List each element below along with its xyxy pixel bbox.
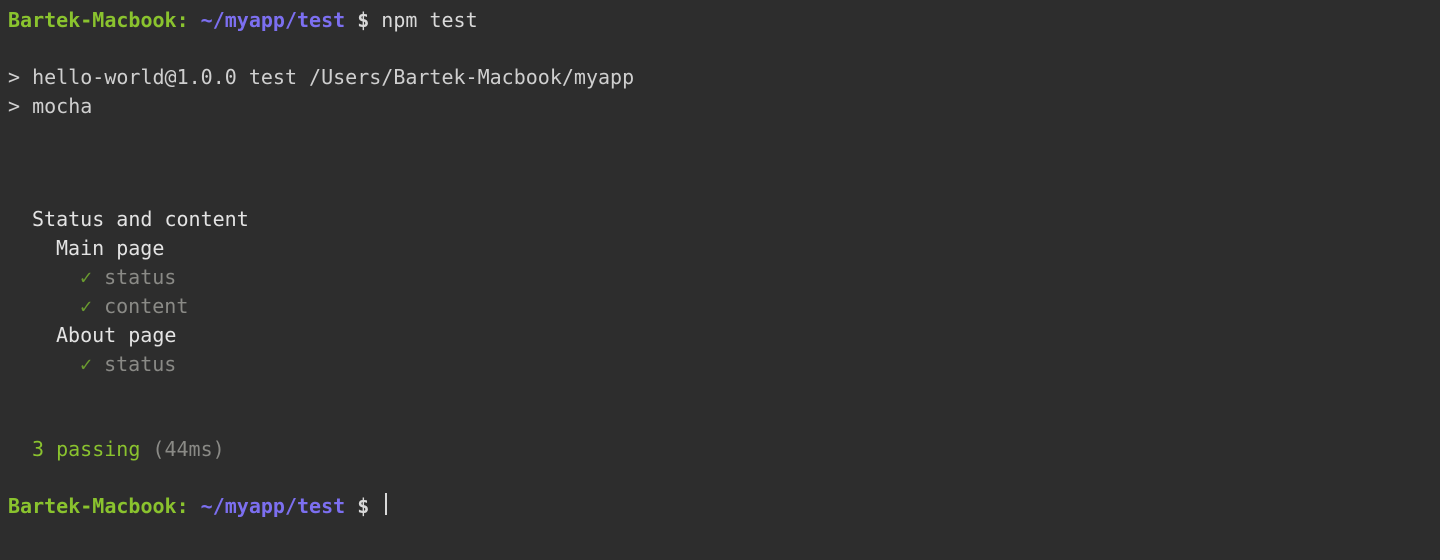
test-label: status [92,265,176,289]
test-case-content: ✓ content [8,292,1432,321]
test-label: status [92,352,176,376]
test-group-main: Main page [8,234,1432,263]
prompt-host: Bartek-Macbook: [8,494,189,518]
check-icon: ✓ [80,294,92,318]
prompt-line-2[interactable]: Bartek-Macbook: ~/myapp/test $ [8,492,1432,521]
npm-output-line-1: > hello-world@1.0.0 test /Users/Bartek-M… [8,63,1432,92]
blank-line [8,177,1432,205]
blank-line [8,379,1432,407]
blank-line [8,407,1432,435]
prompt-path: ~/myapp/test [189,494,358,518]
passing-count: 3 passing [32,437,152,461]
prompt-line-1: Bartek-Macbook: ~/myapp/test $ npm test [8,6,1432,35]
test-case-status-2: ✓ status [8,350,1432,379]
blank-line [8,464,1432,492]
blank-line [8,121,1432,149]
summary-line: 3 passing (44ms) [8,435,1432,464]
blank-line [8,35,1432,63]
command-text: npm test [381,8,477,32]
test-label: content [92,294,188,318]
passing-time: (44ms) [152,437,224,461]
check-icon: ✓ [80,265,92,289]
test-case-status-1: ✓ status [8,263,1432,292]
prompt-dollar: $ [357,494,381,518]
prompt-dollar: $ [357,8,381,32]
test-suite: Status and content [8,205,1432,234]
cursor [385,493,387,515]
check-icon: ✓ [80,352,92,376]
blank-line [8,149,1432,177]
prompt-path: ~/myapp/test [189,8,358,32]
npm-output-line-2: > mocha [8,92,1432,121]
prompt-host: Bartek-Macbook: [8,8,189,32]
test-group-about: About page [8,321,1432,350]
